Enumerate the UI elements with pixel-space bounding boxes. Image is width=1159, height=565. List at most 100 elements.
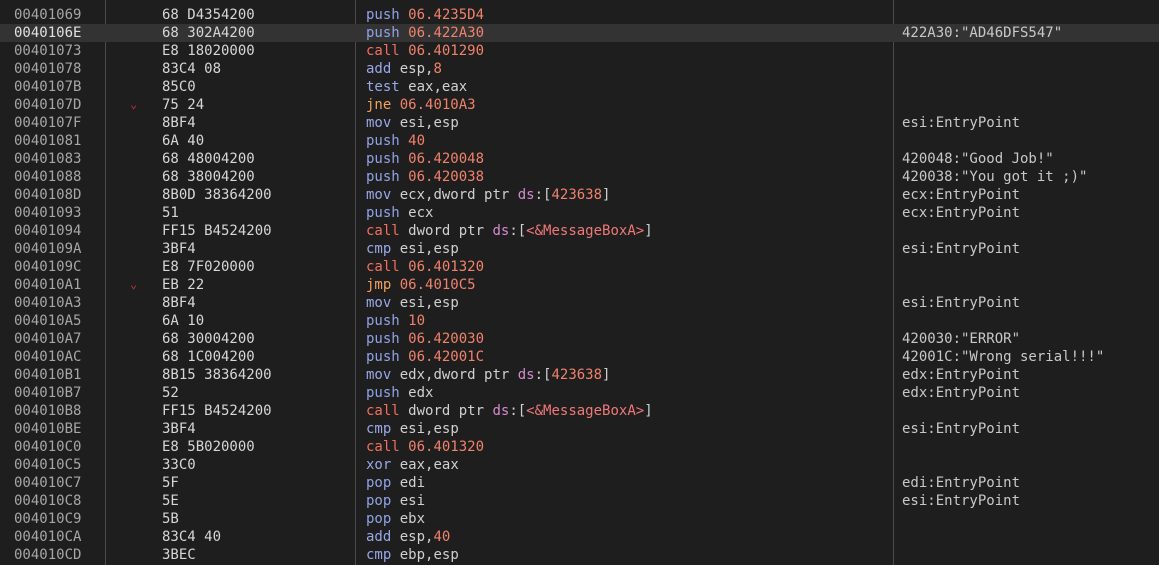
disasm-row[interactable]: 004010B1 8B15 38364200 mov edx,dword ptr d…: [0, 366, 1159, 384]
address-cell: 004010CD: [14, 547, 82, 563]
mnemonic: push: [366, 385, 400, 401]
operand-register: esi: [399, 115, 426, 131]
mnemonic: cmp: [366, 241, 392, 257]
comment-cell: 420030:"ERROR": [902, 331, 1021, 347]
address-cell: 00401094: [14, 223, 82, 239]
mnemonic: pop: [366, 511, 392, 527]
disasm-row[interactable]: 00401088 68 38004200 push 06.420038 420038:…: [0, 168, 1159, 186]
disasm-row[interactable]: 0040109A 3BF4 cmp esi,esp esi:EntryPoint: [0, 240, 1159, 258]
mnemonic: call: [366, 259, 400, 275]
mnemonic: jmp: [366, 277, 392, 293]
disasm-row[interactable]: 00401069 68 D4354200 push 06.4235D4: [0, 6, 1159, 24]
disasm-row[interactable]: 004010CD 3BEC cmp ebp,esp: [0, 546, 1159, 564]
disasm-row[interactable]: 0040107D ⌄ 75 24 jne 06.4010A3: [0, 96, 1159, 114]
disasm-row[interactable]: 004010B8 FF15 B4524200 call dword ptr ds:[…: [0, 402, 1159, 420]
operand-size: dword ptr: [408, 403, 493, 419]
disasm-row[interactable]: 00401083 68 48004200 push 06.420048 420048:…: [0, 150, 1159, 168]
operand: ecx: [408, 205, 433, 221]
comment-cell: esi:EntryPoint: [902, 241, 1021, 257]
disasm-row[interactable]: 004010A5 6A 10 push 10: [0, 312, 1159, 330]
operand-register: eax: [408, 79, 434, 95]
bytes-cell: 51: [162, 205, 179, 221]
disasm-row[interactable]: 0040107F 8BF4 mov esi,esp esi:EntryPoint: [0, 114, 1159, 132]
operand: ecx,dword ptr ds:[423638]: [400, 187, 611, 203]
disasm-row[interactable]: 004010BE 3BF4 cmp esi,esp esi:EntryPoint: [0, 420, 1159, 438]
instruction-cell: jmp 06.4010C5: [366, 276, 476, 294]
mnemonic: call: [366, 43, 400, 59]
operand: esp,8: [400, 61, 442, 77]
operand-register: edx,: [399, 367, 434, 383]
mnemonic: push: [366, 25, 400, 41]
address-cell: 004010A7: [14, 331, 82, 347]
operand-address: <&MessageBoxA>: [526, 223, 645, 239]
bytes-cell: 68 30004200: [162, 331, 255, 347]
address-cell: 00401093: [14, 205, 82, 221]
instruction-cell: pop esi: [366, 492, 425, 510]
mnemonic: test: [366, 79, 400, 95]
disasm-row[interactable]: 0040107B 85C0 test eax,eax: [0, 78, 1159, 96]
instruction-cell: push 06.420038: [366, 168, 484, 186]
instruction-cell: mov ecx,dword ptr ds:[423638]: [366, 186, 610, 204]
operand: 06.401320: [408, 259, 484, 275]
operand-size: dword ptr: [408, 223, 493, 239]
comment-cell: esi:EntryPoint: [902, 493, 1021, 509]
disasm-row[interactable]: 004010C9 5B pop ebx: [0, 510, 1159, 528]
instruction-cell: push 06.422A30: [366, 24, 484, 42]
address-cell: 00401078: [14, 61, 82, 77]
instruction-cell: push ecx: [366, 204, 433, 222]
operand: esp,40: [400, 529, 451, 545]
address-cell: 0040109C: [14, 259, 82, 275]
mnemonic: add: [366, 529, 392, 545]
operand-immediate: 06.4235D4: [408, 7, 485, 23]
instruction-cell: mov esi,esp: [366, 114, 459, 132]
operand-bracket: ]: [602, 367, 611, 383]
disasm-row[interactable]: 004010A1 ⌄ EB 22 jmp 06.4010C5: [0, 276, 1159, 294]
mnemonic: push: [366, 133, 400, 149]
disasm-row[interactable]: 004010AC 68 1C004200 push 06.42001C 42001C:…: [0, 348, 1159, 366]
operand-immediate: 10: [408, 313, 426, 329]
disasm-row[interactable]: 0040109C E8 7F020000 call 06.401320: [0, 258, 1159, 276]
chevron-down-icon: ⌄: [130, 97, 138, 111]
instruction-cell: call dword ptr ds:[<&MessageBoxA>]: [366, 402, 653, 420]
bytes-cell: E8 7F020000: [162, 259, 255, 275]
disasm-row[interactable]: 004010A7 68 30004200 push 06.420030 420030:…: [0, 330, 1159, 348]
operand-register: esi: [399, 295, 426, 311]
instruction-cell: add esp,8: [366, 60, 442, 78]
bytes-cell: 3BEC: [162, 547, 196, 563]
mnemonic: add: [366, 61, 392, 77]
disasm-row[interactable]: 00401093 51 push ecx ecx:EntryPoint: [0, 204, 1159, 222]
operand-register: ebx: [399, 511, 426, 527]
operand: 06.422A30: [408, 25, 484, 41]
bytes-cell: EB 22: [162, 277, 205, 293]
address-cell: 004010AC: [14, 349, 82, 365]
disasm-row[interactable]: 00401081 6A 40 push 40: [0, 132, 1159, 150]
disasm-row[interactable]: 0040108D 8B0D 38364200 mov ecx,dword ptr d…: [0, 186, 1159, 204]
disassembly-view[interactable]: 00401069 68 D4354200 push 06.4235D4 0040106…: [0, 0, 1159, 565]
disasm-row[interactable]: 004010C0 E8 5B020000 call 06.401320: [0, 438, 1159, 456]
operand-register: esi: [399, 241, 426, 257]
disasm-row[interactable]: 004010C7 5F pop edi edi:EntryPoint: [0, 474, 1159, 492]
operand: 40: [408, 133, 425, 149]
operand-register: ecx,: [399, 187, 434, 203]
instruction-cell: call 06.401320: [366, 258, 484, 276]
bytes-cell: 8B15 38364200: [162, 367, 272, 383]
address-cell: 00401088: [14, 169, 82, 185]
instruction-cell: test eax,eax: [366, 78, 467, 96]
operand-bracket: :[: [534, 367, 552, 383]
mnemonic: call: [366, 439, 400, 455]
disasm-row[interactable]: 00401094 FF15 B4524200 call dword ptr ds:[…: [0, 222, 1159, 240]
bytes-cell: 68 D4354200: [162, 7, 255, 23]
instruction-cell: push 06.4235D4: [366, 6, 484, 24]
disasm-row[interactable]: 004010CA 83C4 40 add esp,40: [0, 528, 1159, 546]
address-cell: 004010A5: [14, 313, 82, 329]
bytes-cell: FF15 B4524200: [162, 403, 272, 419]
disasm-row[interactable]: 004010A3 8BF4 mov esi,esp esi:EntryPoint: [0, 294, 1159, 312]
mnemonic: pop: [366, 475, 392, 491]
disasm-row[interactable]: 00401073 E8 18020000 call 06.401290: [0, 42, 1159, 60]
address-cell: 004010CA: [14, 529, 82, 545]
disasm-row[interactable]: 00401078 83C4 08 add esp,8: [0, 60, 1159, 78]
disasm-row[interactable]: 004010C5 33C0 xor eax,eax: [0, 456, 1159, 474]
disasm-row[interactable]: 004010B7 52 push edx edx:EntryPoint: [0, 384, 1159, 402]
disasm-row[interactable]: 0040106E 68 302A4200 push 06.422A30 422A30:…: [0, 24, 1159, 42]
disasm-row[interactable]: 004010C8 5E pop esi esi:EntryPoint: [0, 492, 1159, 510]
